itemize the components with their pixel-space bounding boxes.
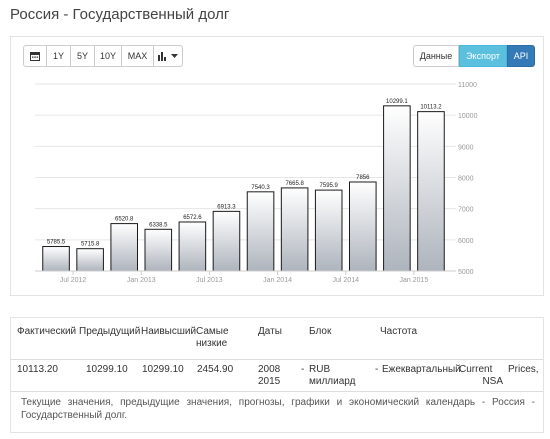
bar[interactable] (42, 246, 70, 272)
description-text: Текущие значения, предыдущие значения, п… (21, 397, 535, 421)
bar[interactable] (144, 228, 173, 272)
bar[interactable] (246, 191, 275, 272)
bar-value-label: 6572.6 (183, 215, 202, 221)
cell-actual: 10113.20 (17, 364, 58, 375)
y-tick-label: 10000 (458, 113, 478, 120)
bar-value-label: 10299.1 (386, 99, 408, 105)
x-tick-label: Jul 2014 (333, 277, 360, 284)
x-tick-label: Jul 2012 (60, 277, 87, 284)
cell-highest: 10299.10 (142, 364, 184, 375)
cell-frequency: Ежеквартальный (382, 364, 461, 375)
cell-current: Current (459, 364, 493, 375)
x-tick-label: Jul 2013 (196, 277, 223, 284)
bar[interactable] (348, 181, 377, 272)
bar[interactable] (110, 223, 139, 272)
cell-freq-dash: - (375, 364, 379, 375)
bar-value-label: 7595.9 (320, 183, 339, 189)
bar-value-label: 6913.3 (217, 204, 236, 210)
y-tick-label: 7000 (458, 207, 474, 214)
bar[interactable] (178, 221, 207, 272)
y-tick-label: 11000 (458, 82, 477, 89)
table-header-row: Фактический Предыдущий Наивысший Самые н… (11, 318, 543, 360)
bar[interactable] (417, 111, 445, 272)
y-tick-label: 6000 (458, 238, 474, 245)
x-tick-label: Jan 2015 (400, 277, 429, 284)
bar-value-label: 7665.8 (285, 181, 304, 187)
cell-unit-dash: - (301, 364, 305, 375)
y-tick-label: 9000 (458, 144, 474, 151)
x-tick-label: Jan 2013 (127, 277, 156, 284)
header-actual: Фактический (17, 326, 77, 337)
header-highest: Наивысший (141, 326, 197, 337)
cell-lowest: 2454.90 (197, 364, 234, 375)
y-tick-label: 8000 (458, 176, 474, 183)
bar-value-label: 7540.3 (251, 185, 270, 191)
x-tick-label: Jan 2014 (263, 277, 292, 284)
header-unit: Блок (309, 326, 332, 337)
bar[interactable] (280, 187, 309, 272)
cell-nsa: NSA (482, 376, 503, 387)
chart-panel: 1Y 5Y 10Y MAX Данные Экспорт API 5785.5 … (10, 36, 544, 296)
header-lowest-2: низкие (196, 338, 228, 349)
bar[interactable] (314, 189, 343, 272)
cell-date-from: 2008 (258, 364, 281, 375)
data-table: Фактический Предыдущий Наивысший Самые н… (10, 317, 544, 433)
cell-unit-1: RUB (309, 364, 331, 375)
cell-unit-2: миллиард (309, 376, 356, 387)
page-title: Россия - Государственный долг (10, 6, 230, 23)
bar-value-label: 5785.5 (47, 240, 66, 246)
bar[interactable] (76, 248, 104, 272)
bar-value-label: 10113.2 (420, 105, 442, 111)
header-lowest-1: Самые (196, 326, 229, 337)
bar-value-label: 6338.5 (149, 222, 168, 228)
bar-value-label: 5715.8 (81, 242, 100, 248)
table-row: 10113.20 10299.10 10299.10 2454.90 2008 … (11, 360, 543, 392)
bar-value-label: 7856 (356, 175, 370, 181)
bar[interactable] (383, 105, 411, 272)
header-frequency: Частота (380, 326, 418, 337)
y-tick-label: 5000 (458, 269, 474, 276)
debt-bar-chart: 5785.5 5715.8 6520.8 6338.5 6572.6 6913.3 7540… (35, 82, 478, 284)
bar-value-label: 6520.8 (115, 217, 134, 223)
cell-prices: Prices, (508, 364, 539, 375)
cell-previous: 10299.10 (86, 364, 128, 375)
cell-date-to: 2015 (258, 376, 281, 387)
bar[interactable] (212, 210, 241, 272)
header-previous: Предыдущий (79, 326, 141, 337)
header-dates: Даты (258, 326, 282, 337)
